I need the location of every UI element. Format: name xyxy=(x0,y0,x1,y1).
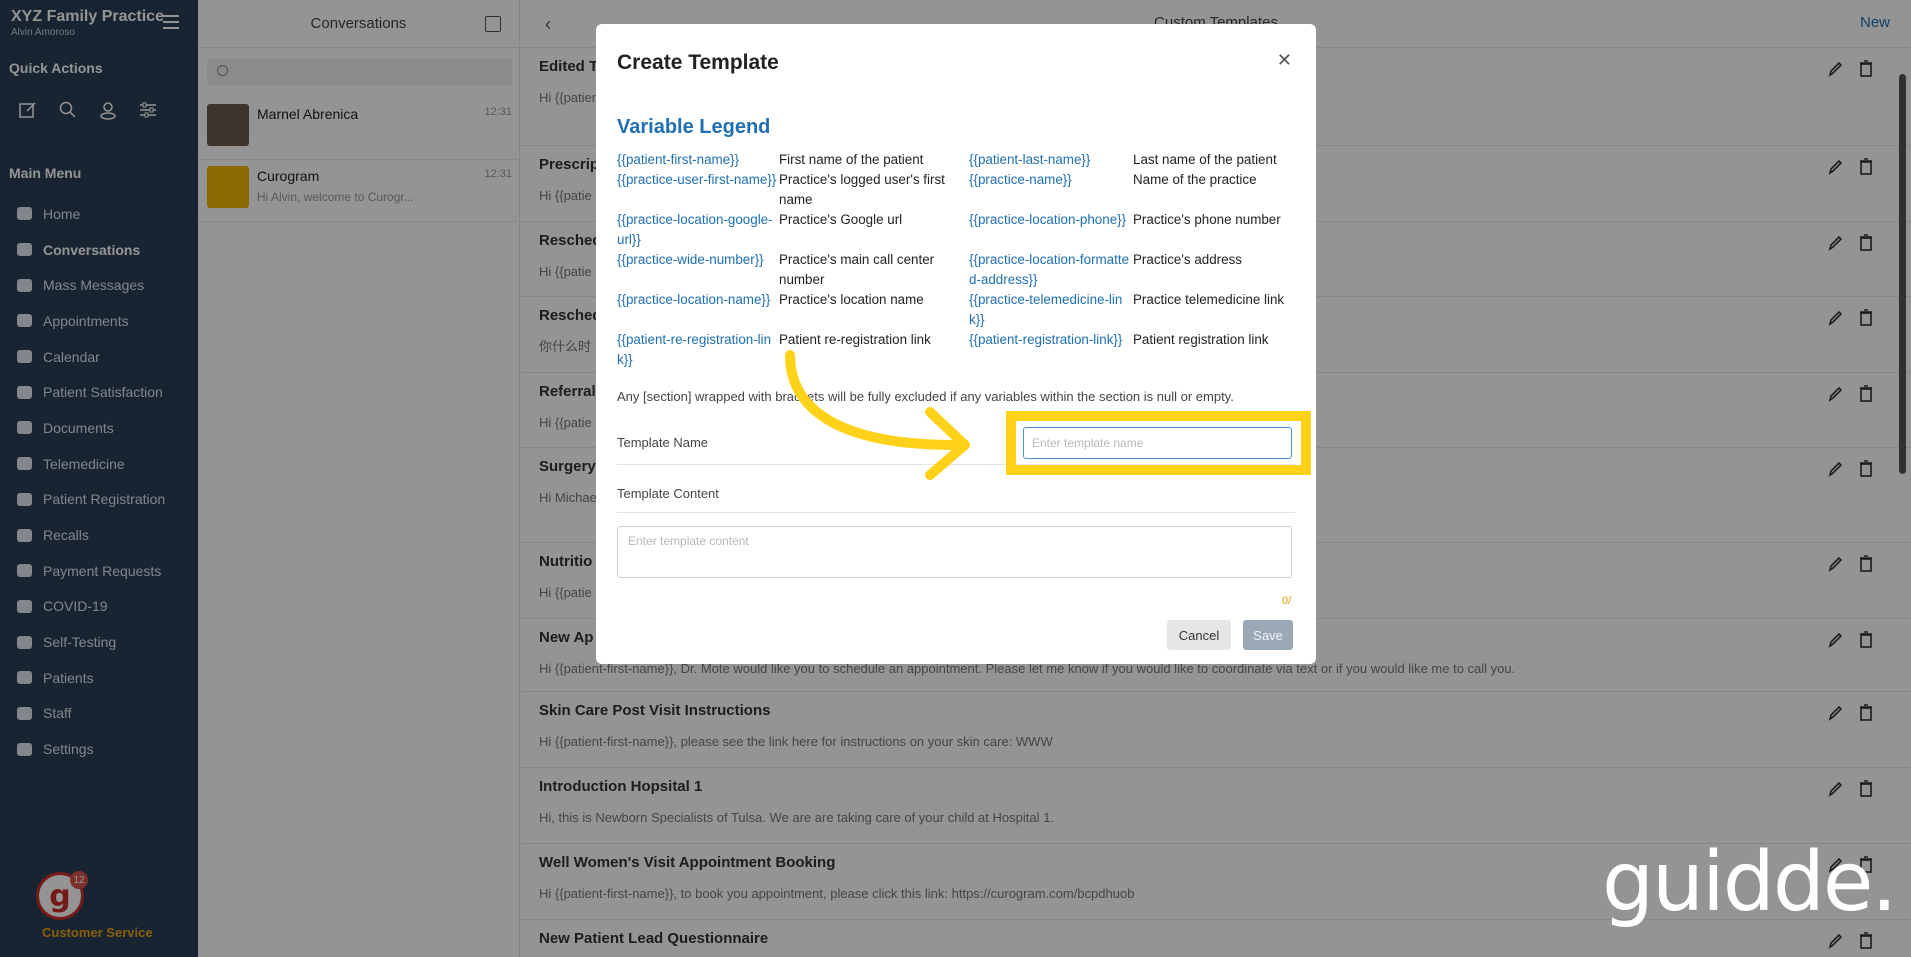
legend-variable: {{practice-location-name}} xyxy=(617,292,771,307)
variable-legend: {{patient-first-name}} First name of the … xyxy=(617,150,1307,370)
legend-description: Practice's location name xyxy=(779,292,924,307)
legend-description: Last name of the patient xyxy=(1133,152,1277,167)
legend-description: Practice's main call center number xyxy=(779,252,935,287)
highlight-box xyxy=(1006,411,1311,475)
legend-variable: {{practice-user-first-name}} xyxy=(617,172,777,187)
legend-description: Practice's phone number xyxy=(1133,212,1281,227)
legend-variable: {{practice-location-phone}} xyxy=(969,212,1127,227)
save-button[interactable]: Save xyxy=(1243,620,1293,650)
cancel-button[interactable]: Cancel xyxy=(1167,620,1231,650)
variable-legend-title: Variable Legend xyxy=(617,116,771,138)
legend-row: {{practice-user-first-name}} Practice's l… xyxy=(617,170,1307,210)
modal-title: Create Template xyxy=(617,51,779,74)
close-icon[interactable]: ✕ xyxy=(1277,50,1292,71)
legend-variable: {{practice-telemedicine-link}} xyxy=(969,292,1123,327)
template-content-label: Template Content xyxy=(617,486,719,501)
legend-variable: {{patient-first-name}} xyxy=(617,152,740,167)
divider xyxy=(617,512,1295,513)
legend-description: Practice's address xyxy=(1133,252,1242,267)
legend-variable: {{practice-name}} xyxy=(969,172,1072,187)
legend-description: Practice's Google url xyxy=(779,212,903,227)
create-template-modal: Create Template ✕ Variable Legend {{pati… xyxy=(596,24,1316,664)
guidde-watermark: guidde. xyxy=(1602,835,1897,930)
legend-row: {{practice-wide-number}} Practice's main … xyxy=(617,250,1307,290)
template-content-input[interactable] xyxy=(617,526,1292,578)
template-name-label: Template Name xyxy=(617,435,709,450)
legend-variable: {{practice-wide-number}} xyxy=(617,252,764,267)
legend-description: Patient registration link xyxy=(1133,332,1269,347)
legend-description: Name of the practice xyxy=(1133,172,1257,187)
legend-row: {{patient-first-name}} First name of the … xyxy=(617,150,1307,170)
legend-description: Practice's logged user's first name xyxy=(779,172,945,207)
legend-variable: {{patient-last-name}} xyxy=(969,152,1091,167)
legend-variable: {{practice-location-formatted-address}} xyxy=(969,252,1130,287)
char-counter: 0/ xyxy=(1282,595,1292,607)
legend-variable: {{patient-re-registration-link}} xyxy=(617,332,772,367)
legend-row: {{practice-location-name}} Practice's loc… xyxy=(617,290,1307,330)
legend-description: First name of the patient xyxy=(779,152,924,167)
tutorial-arrow-icon xyxy=(785,350,970,480)
legend-description: Practice telemedicine link xyxy=(1133,292,1285,307)
legend-row: {{practice-location-google-url}} Practice… xyxy=(617,210,1307,250)
legend-variable: {{practice-location-google-url}} xyxy=(617,212,773,247)
